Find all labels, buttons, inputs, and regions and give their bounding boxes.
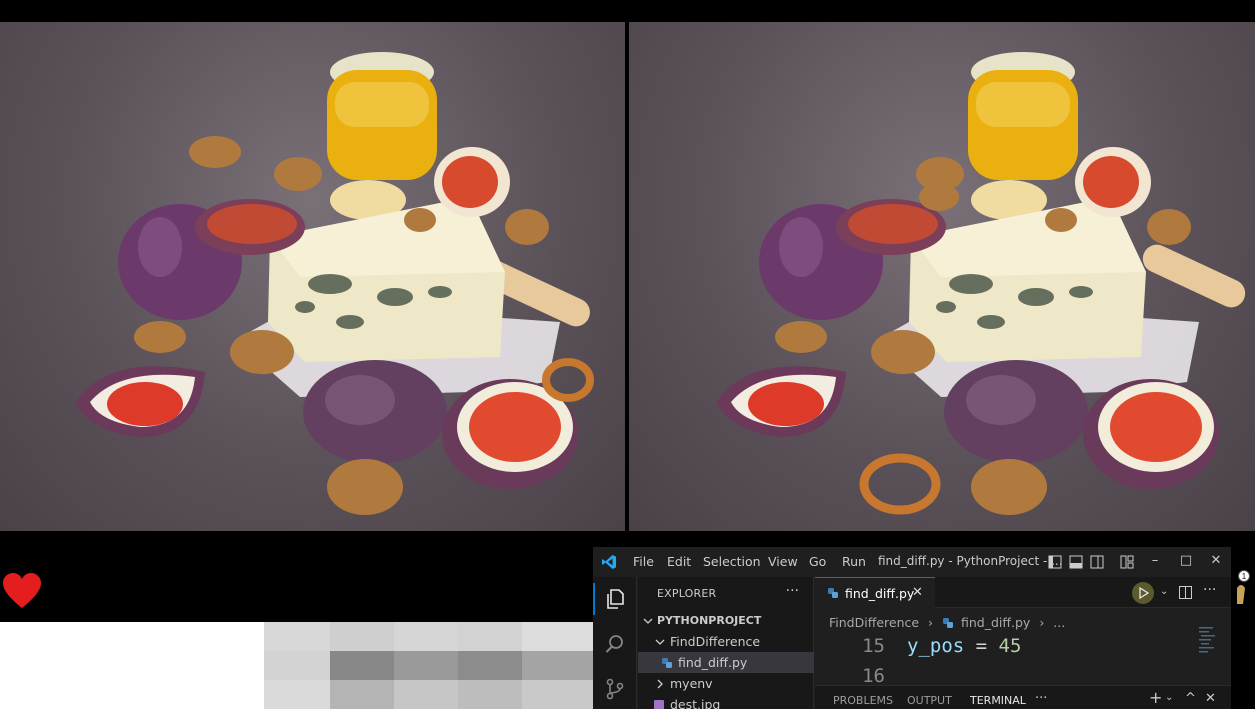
python-file-icon bbox=[943, 618, 954, 628]
tree-item-label: find_diff.py bbox=[678, 655, 748, 670]
notification-icon[interactable]: 1 bbox=[1231, 570, 1255, 606]
tab-label: find_diff.py bbox=[845, 586, 915, 601]
project-name: PYTHONPROJECT bbox=[657, 614, 762, 627]
search-icon[interactable] bbox=[603, 632, 627, 656]
explorer-icon[interactable] bbox=[603, 587, 627, 611]
maximize-button[interactable]: □ bbox=[1179, 553, 1193, 569]
source-control-icon[interactable] bbox=[603, 677, 627, 701]
tree-item-label: FindDifference bbox=[670, 634, 761, 649]
code-operator: = bbox=[964, 635, 999, 657]
tree-item-label: myenv bbox=[670, 676, 713, 691]
tree-file-find-diff[interactable]: find_diff.py bbox=[638, 652, 814, 673]
minimize-button[interactable]: – bbox=[1148, 553, 1162, 569]
editor-more-button[interactable]: ··· bbox=[1203, 582, 1216, 598]
toggle-sidebar-icon[interactable] bbox=[1048, 555, 1062, 569]
tree-folder-myenv[interactable]: myenv bbox=[638, 673, 814, 694]
active-indicator bbox=[593, 583, 595, 615]
chevron-down-icon[interactable]: ⌄ bbox=[1165, 692, 1173, 703]
screen: File Edit Selection View Go Run find_dif… bbox=[0, 0, 1255, 709]
chevron-down-icon bbox=[643, 618, 653, 624]
explorer-title: EXPLORER bbox=[657, 587, 717, 600]
tab-bar: find_diff.py ✕ ⌄ ··· bbox=[815, 577, 1231, 608]
image-file-icon bbox=[654, 700, 664, 709]
window-title: find_diff.py - PythonProject - ... bbox=[878, 554, 1063, 568]
menu-go[interactable]: Go bbox=[809, 554, 826, 569]
line-number: 16 bbox=[862, 665, 885, 687]
pixelated-preview bbox=[264, 622, 594, 709]
vscode-window: File Edit Selection View Go Run find_dif… bbox=[593, 547, 1231, 709]
run-dropdown-icon[interactable]: ⌄ bbox=[1160, 586, 1168, 597]
explorer-sidebar: EXPLORER ··· PYTHONPROJECT FindDifferenc… bbox=[638, 577, 814, 709]
chevron-right-icon: › bbox=[1039, 615, 1045, 630]
right-image-panel[interactable] bbox=[629, 22, 1255, 531]
heart-icon bbox=[3, 573, 41, 608]
panel-more-button[interactable]: ··· bbox=[1035, 691, 1047, 706]
breadcrumb-folder[interactable]: FindDifference bbox=[829, 615, 919, 630]
chevron-right-icon: › bbox=[928, 615, 934, 630]
split-editor-icon[interactable] bbox=[1179, 586, 1192, 599]
notification-badge: 1 bbox=[1242, 572, 1247, 581]
tab-problems[interactable]: PROBLEMS bbox=[833, 694, 893, 707]
left-food-illustration bbox=[75, 52, 594, 515]
close-window-button[interactable]: ✕ bbox=[1209, 553, 1223, 569]
code-line[interactable]: y_pos = 45 bbox=[907, 635, 1021, 657]
tab-find-diff[interactable]: find_diff.py ✕ bbox=[815, 577, 935, 608]
chevron-right-icon bbox=[657, 679, 663, 689]
vscode-logo-icon bbox=[602, 555, 616, 569]
breadcrumb-file[interactable]: find_diff.py bbox=[961, 615, 1030, 630]
play-icon bbox=[1139, 587, 1149, 599]
close-panel-icon[interactable]: ✕ bbox=[1205, 691, 1216, 706]
minimap[interactable] bbox=[1199, 627, 1217, 659]
tab-terminal[interactable]: TERMINAL bbox=[970, 694, 1026, 707]
menu-edit[interactable]: Edit bbox=[667, 554, 691, 569]
breadcrumb: FindDifference › find_diff.py › ... bbox=[829, 615, 1065, 630]
menu-view[interactable]: View bbox=[768, 554, 798, 569]
panel-tab-bar: PROBLEMS OUTPUT TERMINAL ··· + ⌄ ^ ✕ bbox=[815, 685, 1231, 709]
explorer-more-button[interactable]: ··· bbox=[786, 583, 799, 599]
right-food-illustration bbox=[716, 52, 1246, 515]
left-image-panel[interactable] bbox=[0, 22, 625, 531]
tree-folder-finddifference[interactable]: FindDifference bbox=[638, 631, 814, 652]
menu-run[interactable]: Run bbox=[842, 554, 866, 569]
activity-bar bbox=[593, 577, 637, 709]
menu-selection[interactable]: Selection bbox=[703, 554, 761, 569]
title-bar: File Edit Selection View Go Run find_dif… bbox=[593, 547, 1231, 577]
line-number: 15 bbox=[862, 635, 885, 657]
new-terminal-icon[interactable]: + bbox=[1149, 688, 1162, 707]
python-file-icon bbox=[662, 658, 672, 668]
code-variable: y_pos bbox=[907, 635, 965, 657]
close-tab-icon[interactable]: ✕ bbox=[912, 585, 923, 600]
chevron-down-icon bbox=[655, 639, 665, 645]
breadcrumb-rest[interactable]: ... bbox=[1053, 615, 1065, 630]
maximize-panel-icon[interactable]: ^ bbox=[1185, 691, 1196, 706]
tab-output[interactable]: OUTPUT bbox=[907, 694, 952, 707]
toggle-secondary-sidebar-icon[interactable] bbox=[1090, 555, 1104, 569]
customize-layout-icon[interactable] bbox=[1120, 555, 1134, 569]
tree-item-label: dest.jpg bbox=[670, 697, 721, 709]
code-number: 45 bbox=[998, 635, 1022, 657]
menu-file[interactable]: File bbox=[633, 554, 654, 569]
tree-project-root[interactable]: PYTHONPROJECT bbox=[638, 610, 814, 631]
toggle-panel-icon[interactable] bbox=[1069, 555, 1083, 569]
tree-file-dest-jpg[interactable]: dest.jpg bbox=[638, 694, 814, 709]
python-file-icon bbox=[828, 588, 838, 598]
